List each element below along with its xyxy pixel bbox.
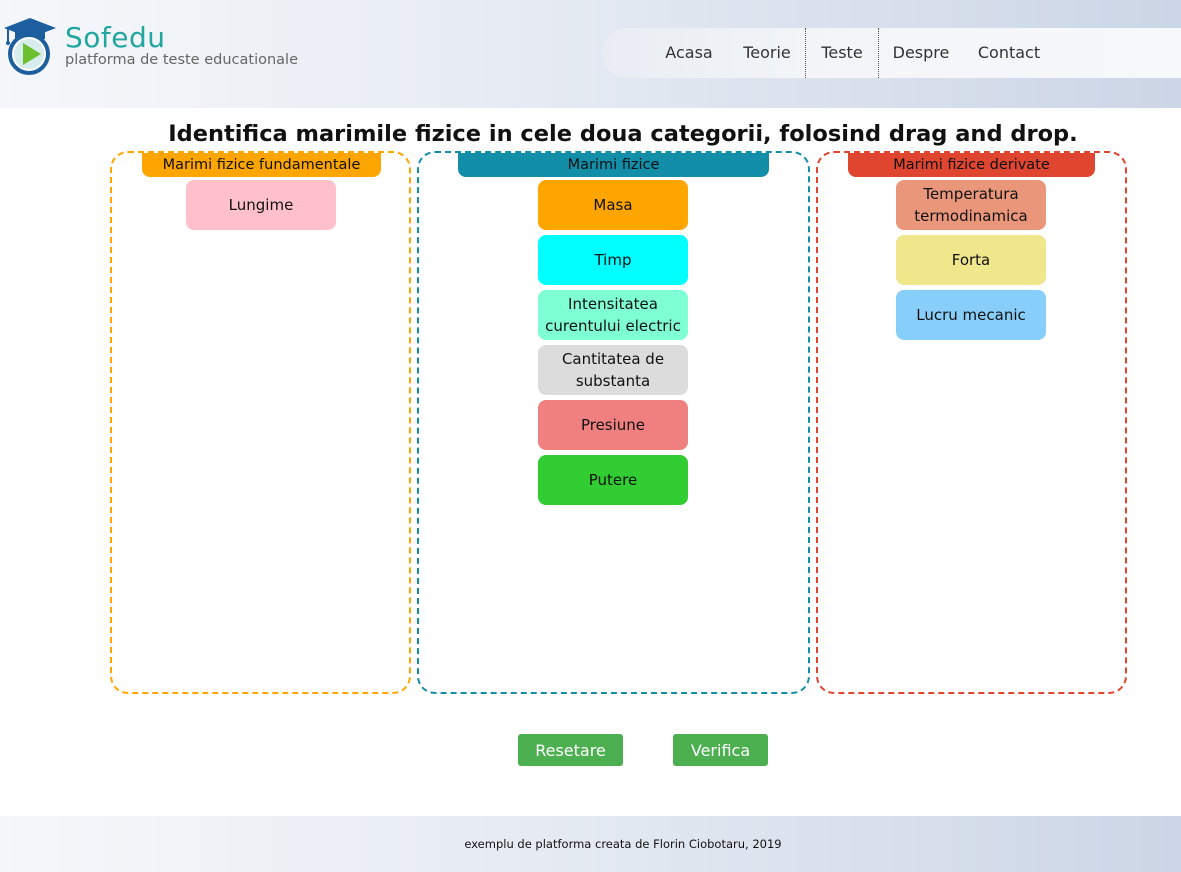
column-header-derived: Marimi fizice derivate (848, 153, 1095, 177)
verify-button[interactable]: Verifica (673, 734, 768, 766)
nav-despre[interactable]: Despre (886, 28, 956, 78)
column-header-fundamental: Marimi fizice fundamentale (142, 153, 381, 177)
draggable-item-timp[interactable]: Timp (538, 235, 688, 285)
footer-credit: exemplu de platforma creata de Florin Ci… (464, 837, 782, 851)
draggable-item-forta[interactable]: Forta (896, 235, 1046, 285)
column-header-pool: Marimi fizice (458, 153, 769, 177)
draggable-item-masa[interactable]: Masa (538, 180, 688, 230)
nav-contact[interactable]: Contact (972, 28, 1046, 78)
draggable-item-cantitatea[interactable]: Cantitatea de substanta (538, 345, 688, 395)
brand-tagline: platforma de teste educationale (65, 52, 298, 68)
dropzone-fundamental[interactable]: Marimi fizice fundamentale Lungime (110, 151, 411, 694)
draggable-item-lucru-mecanic[interactable]: Lucru mecanic (896, 290, 1046, 340)
main-nav: Acasa Teorie Teste Despre Contact (602, 28, 1181, 78)
nav-teste[interactable]: Teste (805, 28, 879, 78)
site-header: Sofedu platforma de teste educationale A… (0, 0, 1181, 108)
draggable-item-presiune[interactable]: Presiune (538, 400, 688, 450)
dropzone-derived[interactable]: Marimi fizice derivate Temperatura termo… (816, 151, 1127, 694)
draggable-item-lungime[interactable]: Lungime (186, 180, 336, 230)
draggable-item-intensitatea[interactable]: Intensitatea curentului electric (538, 290, 688, 340)
draggable-item-temperatura[interactable]: Temperatura termodinamica (896, 180, 1046, 230)
site-footer: exemplu de platforma creata de Florin Ci… (0, 816, 1181, 872)
nav-teorie[interactable]: Teorie (732, 28, 802, 78)
draggable-item-putere[interactable]: Putere (538, 455, 688, 505)
reset-button[interactable]: Resetare (518, 734, 623, 766)
dropzone-pool[interactable]: Marimi fizice Masa Timp Intensitatea cur… (417, 151, 810, 694)
nav-acasa[interactable]: Acasa (658, 28, 720, 78)
brand-name[interactable]: Sofedu (65, 21, 166, 54)
page-title: Identifica marimile fizice in cele doua … (168, 121, 1078, 147)
logo-icon (4, 18, 56, 75)
